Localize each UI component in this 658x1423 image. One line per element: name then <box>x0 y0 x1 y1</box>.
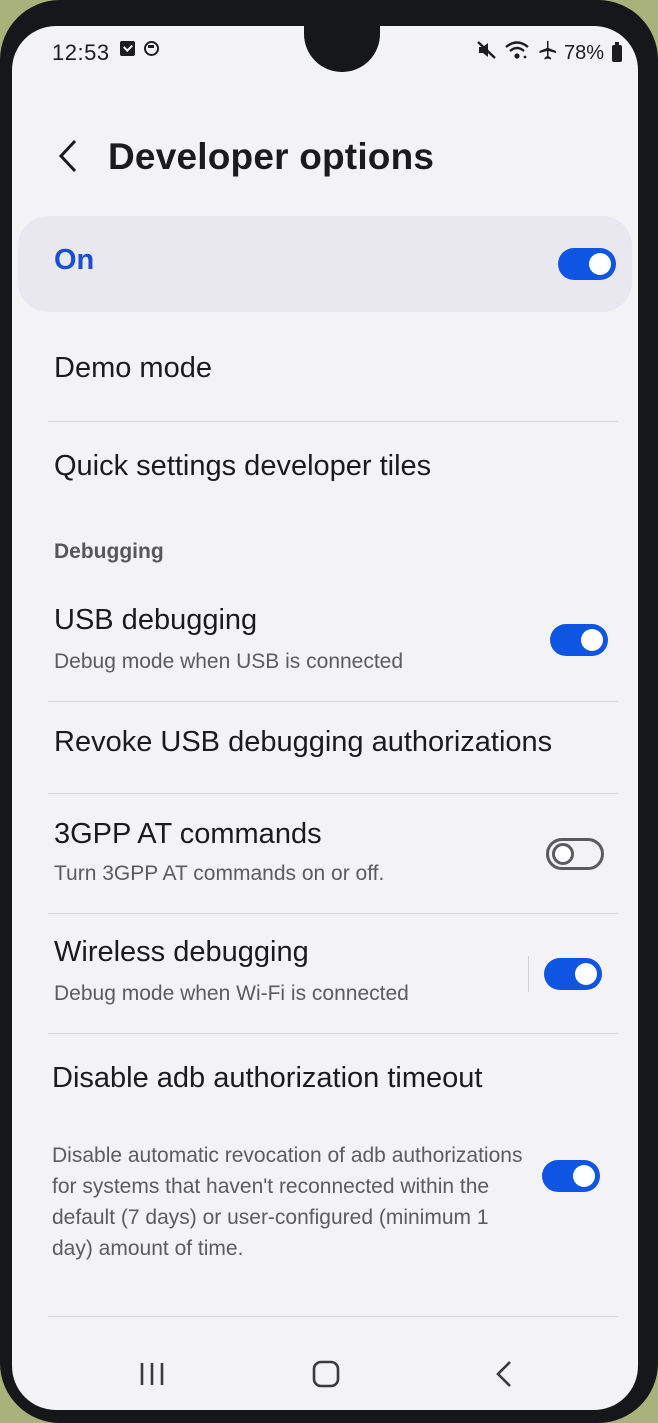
disable-adb-timeout-subtitle: Disable automatic revocation of adb auth… <box>52 1144 523 1260</box>
home-button[interactable] <box>296 1356 356 1396</box>
battery-level: 78% <box>563 42 604 64</box>
item-subtitle: Debug mode when Wi-Fi is connected <box>54 982 409 1005</box>
divider <box>48 1316 618 1317</box>
usb-debugging-toggle[interactable] <box>550 624 608 656</box>
item-title: Demo mode <box>54 352 212 384</box>
phone-bezel: 12:53 78% Developer options On Demo mode… <box>0 0 658 1423</box>
toggle-knob <box>581 629 603 651</box>
master-switch-label: On <box>54 244 95 276</box>
app-header: Developer options <box>12 122 638 198</box>
nav-back-button[interactable] <box>474 1356 534 1396</box>
item-subtitle: Turn 3GPP AT commands on or off. <box>54 862 385 885</box>
master-toggle[interactable] <box>558 248 616 280</box>
list-item-demo-mode[interactable]: Demo mode <box>12 336 638 428</box>
item-title: Wireless debugging <box>54 936 309 968</box>
back-button[interactable] <box>50 136 86 180</box>
notification-icons <box>120 41 159 56</box>
list-item-usb-debugging[interactable]: USB debugging Debug mode when USB is con… <box>12 586 638 700</box>
toggle-knob <box>552 843 574 865</box>
back-icon <box>492 1359 516 1394</box>
3gpp-at-commands-toggle[interactable] <box>546 838 604 870</box>
recents-button[interactable] <box>122 1356 182 1396</box>
list-item-3gpp-at-commands[interactable]: 3GPP AT commands Turn 3GPP AT commands o… <box>12 794 638 912</box>
page-title: Developer options <box>108 136 435 177</box>
checkbox-notification-icon <box>120 41 135 56</box>
vertical-separator <box>528 956 529 992</box>
home-icon <box>311 1360 341 1393</box>
disable-adb-timeout-title: Disable adb authorization timeout <box>52 1062 483 1094</box>
divider <box>48 421 618 422</box>
battery-icon <box>612 41 622 62</box>
list-item-wireless-debugging[interactable]: Wireless debugging Debug mode when Wi-Fi… <box>12 914 638 1032</box>
item-title: 3GPP AT commands <box>54 818 322 850</box>
recents-icon <box>137 1360 167 1393</box>
sync-notification-icon <box>144 41 159 56</box>
list-item-quick-settings-tiles[interactable]: Quick settings developer tiles <box>12 428 638 520</box>
status-right-icons: 78% <box>476 39 622 67</box>
toggle-knob <box>573 1165 595 1187</box>
disable-adb-timeout-toggle[interactable] <box>542 1160 600 1192</box>
navigation-bar <box>12 1338 638 1410</box>
chevron-left-icon <box>57 138 79 179</box>
item-subtitle: Debug mode when USB is connected <box>54 650 404 673</box>
list-item-revoke-usb-authorizations[interactable]: Revoke USB debugging authorizations <box>12 702 638 794</box>
airplane-icon <box>536 39 558 67</box>
wireless-debugging-toggle[interactable] <box>544 958 602 990</box>
status-time: 12:53 <box>52 40 110 65</box>
mute-icon <box>476 39 498 67</box>
phone-screen: 12:53 78% Developer options On Demo mode… <box>12 26 638 1410</box>
wifi-icon <box>504 39 530 67</box>
toggle-knob <box>589 253 611 275</box>
item-title: Quick settings developer tiles <box>54 450 432 482</box>
item-title: Revoke USB debugging authorizations <box>54 726 553 758</box>
item-title: USB debugging <box>54 604 258 636</box>
section-header-debugging: Debugging <box>54 540 164 563</box>
master-switch-row[interactable]: On <box>18 216 632 312</box>
toggle-knob <box>575 963 597 985</box>
